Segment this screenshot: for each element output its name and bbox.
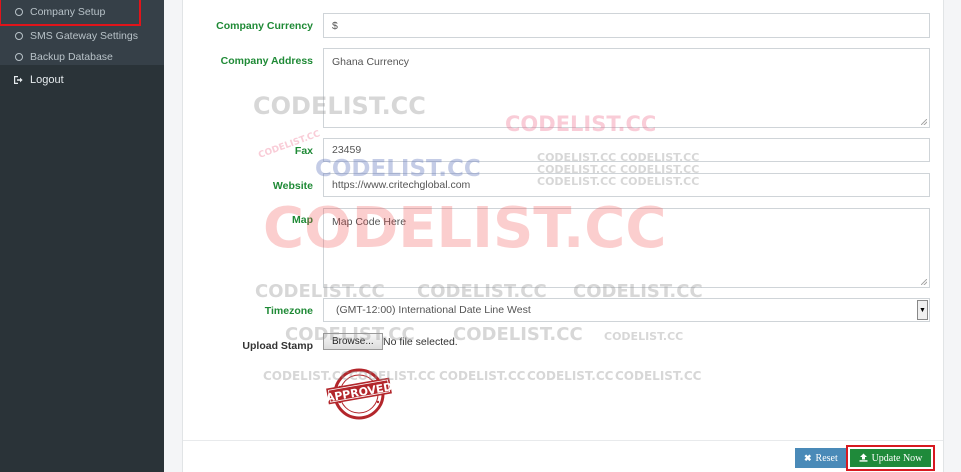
sidebar-item-logout[interactable]: Logout xyxy=(0,65,164,95)
company-currency-label: Company Currency xyxy=(216,20,313,32)
sidebar-item-label: Company Setup xyxy=(30,6,106,18)
sidebar-item-backup-database[interactable]: Backup Database xyxy=(0,46,164,67)
map-textarea[interactable]: Map Code Here xyxy=(323,208,930,288)
main-content: Company Currency $ Company Address Ghana… xyxy=(164,0,961,472)
update-now-label: Update Now xyxy=(871,452,923,464)
circle-icon xyxy=(15,31,23,40)
sign-out-icon xyxy=(13,75,23,85)
watermark: CODELIST.CC xyxy=(453,324,583,345)
resize-grip-icon[interactable] xyxy=(921,279,927,285)
watermark: CODELIST.CC xyxy=(439,369,526,383)
sidebar: Company Setup SMS Gateway Settings Backu… xyxy=(0,0,164,472)
times-icon: ✖ xyxy=(804,452,812,463)
company-address-label: Company Address xyxy=(220,55,313,67)
file-status-text: No file selected. xyxy=(383,336,458,348)
approved-stamp-image: APPROVED xyxy=(325,367,394,423)
watermark: CODELIST.CC xyxy=(615,369,702,383)
reset-button[interactable]: ✖ Reset xyxy=(795,448,847,468)
fax-input[interactable]: 23459 xyxy=(323,138,930,162)
sidebar-item-sms-gateway-settings[interactable]: SMS Gateway Settings xyxy=(0,25,164,46)
timezone-label: Timezone xyxy=(264,305,313,317)
circle-icon xyxy=(15,8,23,16)
timezone-select[interactable]: (GMT-12:00) International Date Line West… xyxy=(323,298,930,322)
map-value: Map Code Here xyxy=(332,216,407,228)
reset-label: Reset xyxy=(815,452,838,464)
map-label: Map xyxy=(292,214,313,226)
fax-label: Fax xyxy=(294,145,313,157)
browse-button[interactable]: Browse... xyxy=(323,333,383,350)
update-now-button[interactable]: Update Now xyxy=(846,445,935,471)
sidebar-item-label: Backup Database xyxy=(30,50,113,63)
sidebar-item-label: SMS Gateway Settings xyxy=(30,29,138,42)
upload-icon xyxy=(859,453,868,464)
watermark: CODELIST.CC xyxy=(604,330,684,343)
company-settings-form: Company Currency $ Company Address Ghana… xyxy=(182,0,944,472)
timezone-selected-value: (GMT-12:00) International Date Line West xyxy=(336,304,531,316)
form-footer-divider xyxy=(183,440,943,441)
upload-stamp-label: Upload Stamp xyxy=(242,340,313,352)
dropdown-arrow-icon[interactable]: ▼ xyxy=(917,300,928,320)
website-input[interactable]: https://www.critechglobal.com xyxy=(323,173,930,197)
resize-grip-icon[interactable] xyxy=(921,119,927,125)
website-label: Website xyxy=(272,180,313,192)
logout-label: Logout xyxy=(30,74,64,86)
sidebar-item-company-setup[interactable]: Company Setup xyxy=(0,0,141,26)
company-address-value: Ghana Currency xyxy=(332,56,410,68)
circle-icon xyxy=(15,52,23,61)
watermark: CODELIST.CC xyxy=(527,369,614,383)
company-address-textarea[interactable]: Ghana Currency xyxy=(323,48,930,128)
company-currency-input[interactable]: $ xyxy=(323,13,930,38)
settings-submenu: Company Setup SMS Gateway Settings Backu… xyxy=(0,0,164,65)
